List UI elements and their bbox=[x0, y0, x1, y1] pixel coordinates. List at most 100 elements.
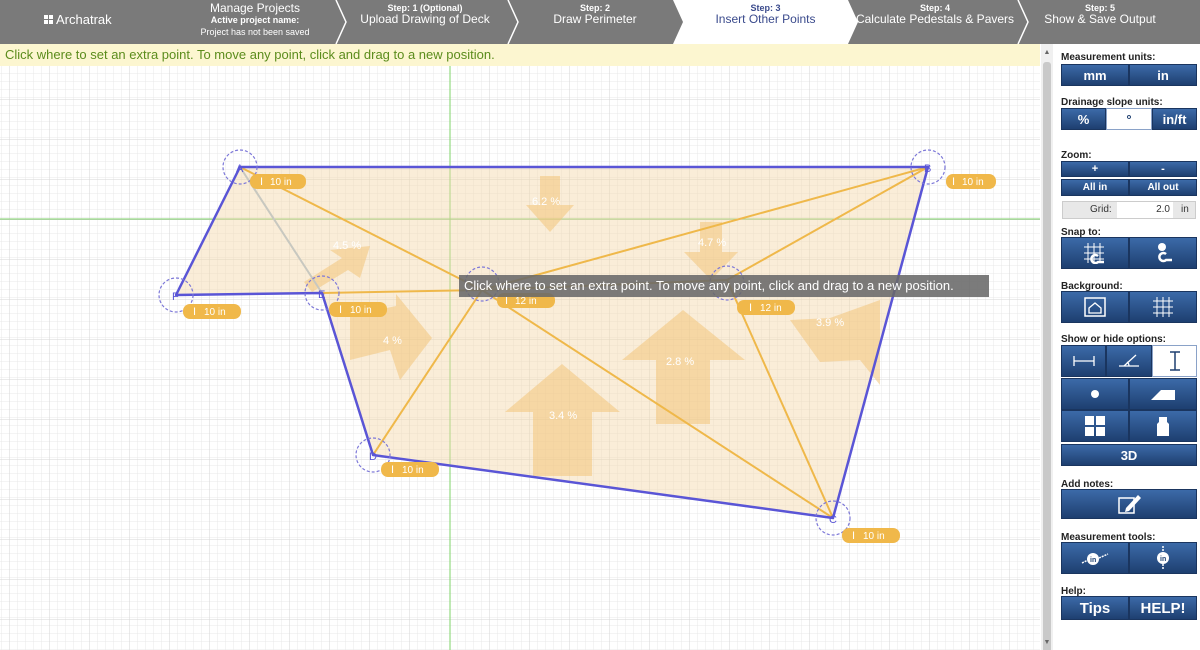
height-badge-h[interactable]: I 12 in bbox=[737, 300, 795, 315]
app-window: Archatrak Manage Projects Active project… bbox=[0, 0, 1200, 650]
measure-height-button[interactable]: in bbox=[1129, 542, 1197, 574]
slope-label-7: 3.4 % bbox=[549, 410, 577, 422]
hover-tooltip: Click where to set an extra point. To mo… bbox=[459, 275, 989, 297]
step-5-label: Show & Save Output bbox=[1044, 12, 1156, 26]
step-3-label: Insert Other Points bbox=[715, 12, 816, 26]
slope-label-2: 4.5 % bbox=[333, 240, 361, 252]
svg-text:I: I bbox=[339, 304, 342, 316]
point-dot-icon bbox=[1091, 390, 1099, 398]
angle-icon bbox=[1119, 354, 1139, 367]
height-value-e: 10 in bbox=[350, 305, 372, 316]
point-label-d: D bbox=[369, 451, 377, 463]
slope-ramp-icon bbox=[1151, 390, 1175, 400]
height-value-d: 10 in bbox=[402, 465, 424, 476]
note-pencil-icon bbox=[1118, 495, 1141, 514]
height-badge-e[interactable]: I 10 in bbox=[329, 302, 387, 317]
height-value-a: 10 in bbox=[270, 177, 292, 188]
slope-label-6: 2.8 % bbox=[666, 356, 694, 368]
add-notes-button[interactable] bbox=[1061, 489, 1197, 519]
svg-text:I: I bbox=[952, 176, 955, 188]
svg-text:I: I bbox=[749, 302, 752, 314]
step-4-tab[interactable]: Step: 4 Calculate Pedestals & Pavers bbox=[850, 0, 1020, 44]
slope-label-1: 6.2 % bbox=[532, 196, 560, 208]
height-badge-b[interactable]: I 10 in bbox=[946, 174, 996, 189]
snap-grid-button[interactable] bbox=[1061, 237, 1129, 269]
paver-tiles-icon bbox=[1085, 416, 1105, 436]
toggle-points-button[interactable] bbox=[1061, 378, 1129, 410]
svg-text:I: I bbox=[852, 530, 855, 542]
height-value-g: 12 in bbox=[515, 296, 537, 307]
background-grid-icon bbox=[1153, 297, 1173, 317]
height-icon bbox=[1169, 351, 1180, 371]
scroll-up-icon[interactable]: ▲ bbox=[1042, 48, 1052, 58]
height-badge-c[interactable]: I 10 in bbox=[842, 528, 900, 543]
background-image-button[interactable] bbox=[1061, 291, 1129, 323]
height-value-h: 12 in bbox=[760, 303, 782, 314]
svg-text:I: I bbox=[391, 464, 394, 476]
top-nav-bar: Archatrak Manage Projects Active project… bbox=[0, 0, 1200, 44]
height-value-c: 10 in bbox=[863, 531, 885, 542]
height-value-b: 10 in bbox=[962, 177, 984, 188]
zoom-all-in-button[interactable]: All in bbox=[1061, 179, 1129, 196]
tape-measure-icon: in bbox=[1081, 553, 1109, 565]
zoom-out-button[interactable]: - bbox=[1129, 161, 1197, 177]
svg-text:in: in bbox=[1160, 556, 1166, 563]
units-mm-button[interactable]: mm bbox=[1061, 64, 1129, 86]
snap-point-icon bbox=[1158, 243, 1172, 263]
vertical-scrollbar[interactable]: ▲ ▼ bbox=[1041, 44, 1053, 650]
toggle-slopes-button[interactable] bbox=[1129, 378, 1197, 410]
measurement-units-label: Measurement units: bbox=[1061, 52, 1156, 63]
scroll-down-icon[interactable]: ▼ bbox=[1042, 638, 1052, 648]
help-button[interactable]: HELP! bbox=[1129, 596, 1197, 620]
svg-text:I: I bbox=[260, 176, 263, 188]
toggle-dimensions-button[interactable] bbox=[1061, 345, 1106, 377]
point-label-c: C bbox=[829, 514, 837, 526]
show-hide-label: Show or hide options: bbox=[1061, 334, 1166, 345]
svg-text:I: I bbox=[193, 306, 196, 318]
zoom-label: Zoom: bbox=[1061, 150, 1092, 161]
step-1-label: Upload Drawing of Deck bbox=[360, 12, 490, 26]
grid-label: Grid: bbox=[1090, 204, 1112, 215]
toggle-pedestals-button[interactable] bbox=[1129, 410, 1197, 442]
height-badge-d[interactable]: I 10 in bbox=[381, 462, 439, 477]
background-grid-button[interactable] bbox=[1129, 291, 1197, 323]
point-label-e: E bbox=[318, 289, 325, 301]
height-badge-f[interactable]: I 10 in bbox=[183, 304, 241, 319]
step-2-label: Draw Perimeter bbox=[553, 12, 637, 26]
slope-inft-button[interactable]: in/ft bbox=[1152, 108, 1197, 130]
point-label-f: F bbox=[172, 291, 179, 303]
step-3-tab[interactable]: Step: 3 Insert Other Points bbox=[683, 0, 848, 44]
slope-label-3: 4.7 % bbox=[698, 237, 726, 249]
grid-unit: in bbox=[1181, 204, 1189, 215]
drawing-canvas[interactable]: A B C D E F I 10 in I 10 in I 10 in I 10… bbox=[0, 66, 1040, 650]
drainage-units-label: Drainage slope units: bbox=[1061, 97, 1163, 108]
zoom-in-button[interactable]: + bbox=[1061, 161, 1129, 177]
units-in-button[interactable]: in bbox=[1129, 64, 1197, 86]
background-image-icon bbox=[1084, 297, 1106, 317]
slope-label-5: 3.9 % bbox=[816, 317, 844, 329]
snap-point-button[interactable] bbox=[1129, 237, 1197, 269]
slope-degree-button[interactable]: ° bbox=[1106, 108, 1152, 130]
dimension-line-icon bbox=[1072, 356, 1095, 366]
tips-button[interactable]: Tips bbox=[1061, 596, 1129, 620]
scrollbar-thumb[interactable] bbox=[1043, 62, 1051, 650]
slope-percent-button[interactable]: % bbox=[1061, 108, 1106, 130]
point-label-a: A bbox=[236, 163, 244, 175]
point-label-b: B bbox=[924, 163, 931, 175]
svg-text:in: in bbox=[1090, 557, 1096, 564]
instruction-banner: Click where to set an extra point. To mo… bbox=[0, 44, 1040, 66]
pedestal-icon bbox=[1157, 417, 1169, 436]
measure-distance-button[interactable]: in bbox=[1061, 542, 1129, 574]
view-3d-button[interactable]: 3D bbox=[1061, 444, 1197, 466]
grid-size-input[interactable]: 2.0 bbox=[1117, 202, 1173, 218]
step-1-tab[interactable]: Step: 1 (Optional) Upload Drawing of Dec… bbox=[340, 0, 510, 44]
toggle-pavers-button[interactable] bbox=[1061, 410, 1129, 442]
toggle-heights-button[interactable] bbox=[1152, 345, 1197, 377]
snap-grid-icon bbox=[1084, 243, 1104, 264]
step-5-tab[interactable]: Step: 5 Show & Save Output bbox=[1025, 0, 1175, 44]
zoom-all-out-button[interactable]: All out bbox=[1129, 179, 1197, 196]
step-4-label: Calculate Pedestals & Pavers bbox=[855, 12, 1015, 26]
toggle-angles-button[interactable] bbox=[1106, 345, 1152, 377]
step-2-tab[interactable]: Step: 2 Draw Perimeter bbox=[515, 0, 675, 44]
height-badge-a[interactable]: I 10 in bbox=[250, 174, 306, 189]
